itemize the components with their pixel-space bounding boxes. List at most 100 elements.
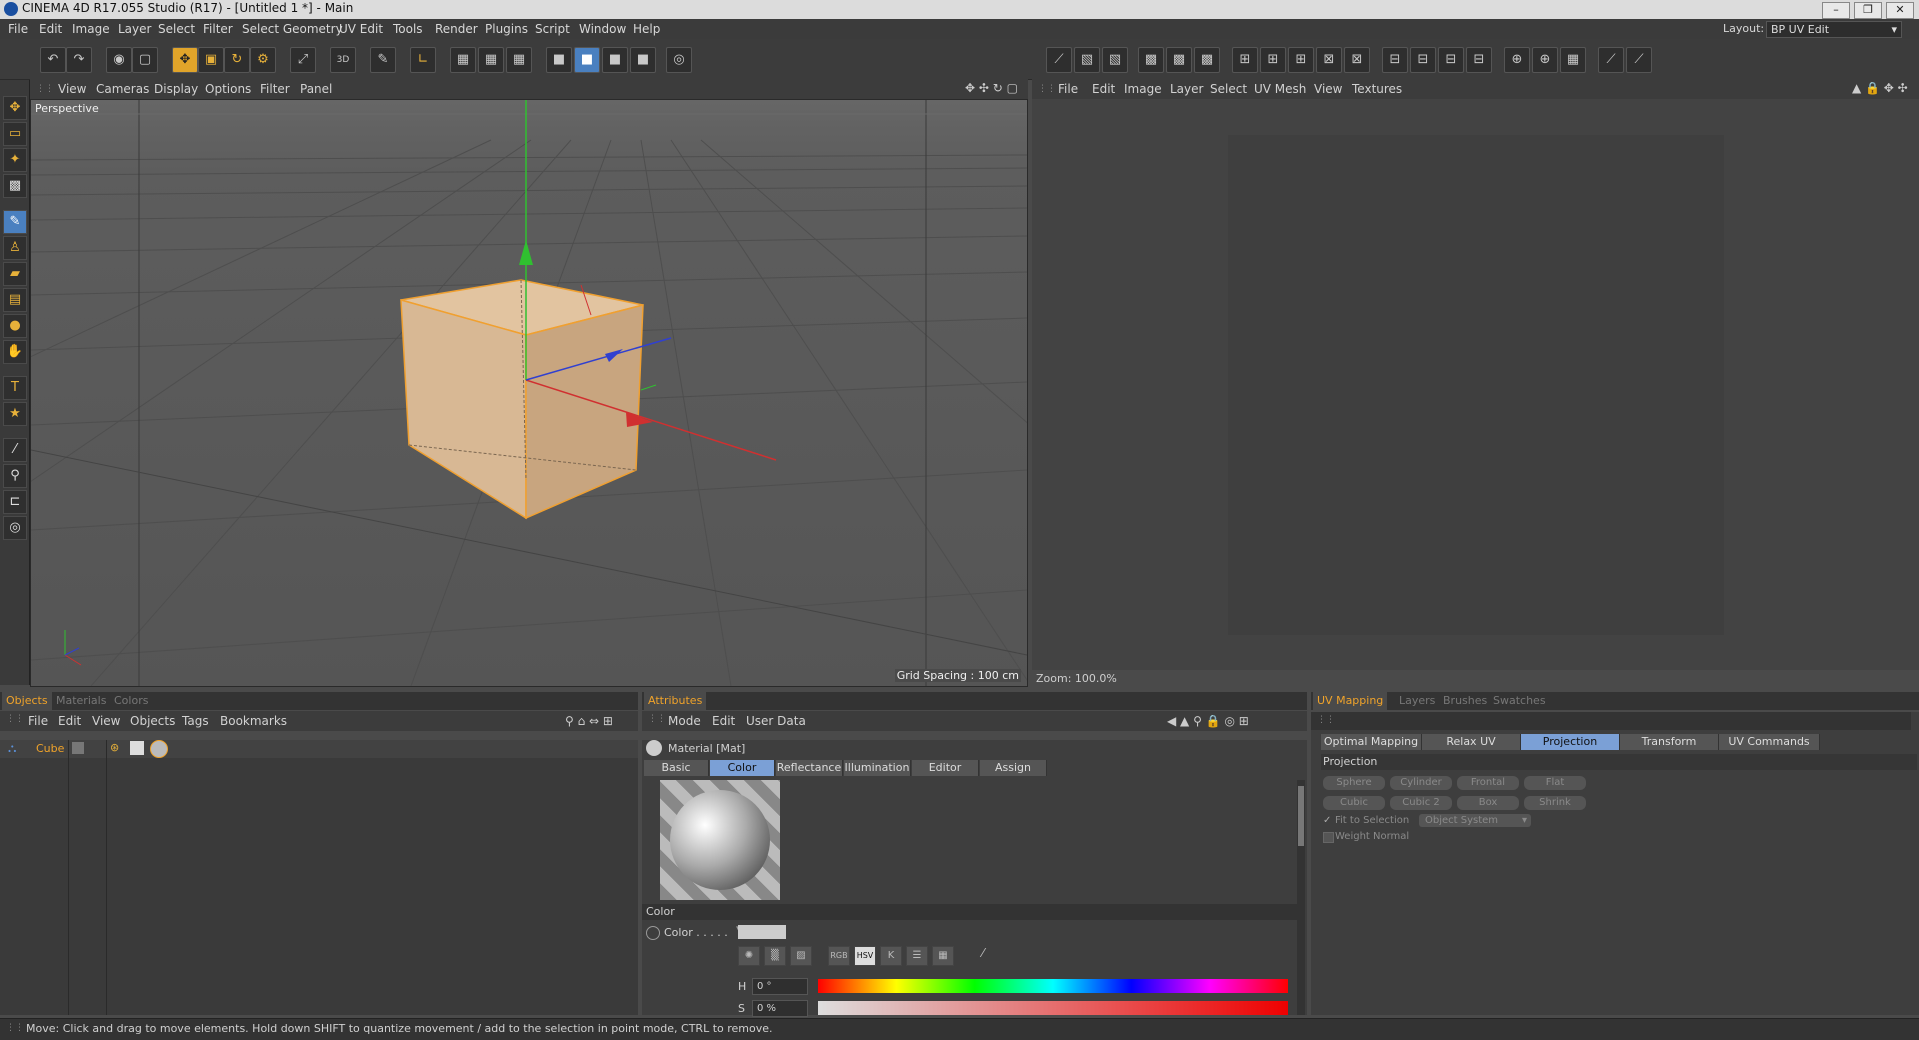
snap-icon-2[interactable]: ⟋ <box>1626 47 1652 73</box>
grid-icon[interactable]: ▦ <box>1560 47 1586 73</box>
tab-reflectance[interactable]: Reflectance <box>776 760 843 776</box>
viewport-nav-icons[interactable]: ✥ ✣ ↻ ▢ <box>965 81 1018 95</box>
select-box-icon[interactable]: ▭ <box>3 122 27 146</box>
objects-menu-tags[interactable]: Tags <box>182 714 209 728</box>
image-picker-icon[interactable]: ▨ <box>790 946 812 966</box>
tab-brushes[interactable]: Brushes <box>1443 694 1487 707</box>
uvw-tag-icon[interactable]: ⊛ <box>110 741 119 754</box>
grid-snap-icon[interactable]: ⊏ <box>3 490 27 514</box>
distribute-icon-1[interactable]: ⊟ <box>1382 47 1408 73</box>
clone-stamp-icon[interactable]: ♙ <box>3 236 27 260</box>
objects-menu-file[interactable]: File <box>28 714 48 728</box>
menu-help[interactable]: Help <box>633 22 660 36</box>
hsv-icon[interactable]: HSV <box>854 946 876 966</box>
tab-swatches[interactable]: Swatches <box>1493 694 1546 707</box>
weight-normal-checkbox[interactable] <box>1323 832 1334 843</box>
menu-file[interactable]: File <box>8 22 28 36</box>
magic-wand-icon[interactable]: ✦ <box>3 148 27 172</box>
recent-tools-icon[interactable]: ⚙ <box>250 47 276 73</box>
viewport-menu-options[interactable]: Options <box>205 82 251 96</box>
uv-menu-textures[interactable]: Textures <box>1352 82 1402 96</box>
perspective-viewport[interactable]: Perspective Grid Spacing : 100 cm <box>30 99 1028 687</box>
zoom-icon[interactable]: ⚲ <box>3 464 27 488</box>
menu-uv-edit[interactable]: UV Edit <box>339 22 383 36</box>
tab-relax-uv[interactable]: Relax UV <box>1422 734 1521 750</box>
object-system-dropdown[interactable]: Object System ▾ <box>1419 814 1531 827</box>
tab-projection[interactable]: Projection <box>1521 734 1620 750</box>
tab-uv-mapping[interactable]: UV Mapping <box>1313 692 1388 710</box>
sphere-button[interactable]: Sphere <box>1323 776 1385 790</box>
rotate-tool-icon[interactable]: ↻ <box>224 47 250 73</box>
menu-layer[interactable]: Layer <box>118 22 151 36</box>
tab-attributes[interactable]: Attributes <box>644 692 707 710</box>
attributes-menu-user-data[interactable]: User Data <box>746 714 806 728</box>
cubic-2-button[interactable]: Cubic 2 <box>1390 796 1452 810</box>
menu-select[interactable]: Select <box>158 22 195 36</box>
axis-icon[interactable]: ∟ <box>410 47 436 73</box>
uv-tool-icon-1[interactable]: ⟋ <box>1046 47 1072 73</box>
fill-bucket-icon[interactable]: ● <box>3 314 27 338</box>
saturation-slider[interactable] <box>818 1001 1288 1015</box>
distribute-icon-3[interactable]: ⊟ <box>1438 47 1464 73</box>
coordinate-icon[interactable]: ⤢ <box>290 47 316 73</box>
uv-edges-icon[interactable]: ■ <box>630 47 656 73</box>
menu-tools[interactable]: Tools <box>393 22 423 36</box>
s-value-field[interactable]: 0 % <box>752 1000 808 1017</box>
scale-tool-icon[interactable]: ▣ <box>198 47 224 73</box>
attributes-menu-edit[interactable]: Edit <box>712 714 735 728</box>
align-icon-3[interactable]: ⊞ <box>1288 47 1314 73</box>
rectangle-selection-icon[interactable]: ▢ <box>132 47 158 73</box>
attributes-nav-icons[interactable]: ◀ ▲ ⚲ 🔒 ◎ ⊞ <box>1167 714 1249 728</box>
color-wheel-icon[interactable]: ✺ <box>738 946 760 966</box>
uv-tool-icon-3[interactable]: ▧ <box>1102 47 1128 73</box>
material-tag-icon[interactable] <box>150 740 168 758</box>
texture-view-icon[interactable]: ◎ <box>666 47 692 73</box>
tab-objects[interactable]: Objects <box>2 692 52 710</box>
eyedropper-icon[interactable]: ⁄ <box>982 946 984 960</box>
align-icon-2[interactable]: ⊞ <box>1260 47 1286 73</box>
star-icon[interactable]: ★ <box>3 402 27 426</box>
minimize-button[interactable]: – <box>1822 2 1850 19</box>
tab-assign[interactable]: Assign <box>980 760 1047 776</box>
viewport-menu-view[interactable]: View <box>58 82 86 96</box>
menu-edit[interactable]: Edit <box>39 22 62 36</box>
uv-tool-icon-6[interactable]: ▩ <box>1194 47 1220 73</box>
object-row-cube[interactable]: ⛬ Cube ⊛ <box>0 740 638 758</box>
swatches-icon[interactable]: ▦ <box>932 946 954 966</box>
object-name[interactable]: Cube <box>36 742 64 755</box>
mixer-icon[interactable]: ☰ <box>906 946 928 966</box>
menu-render[interactable]: Render <box>435 22 478 36</box>
kelvin-icon[interactable]: K <box>880 946 902 966</box>
move-icon[interactable]: ✥ <box>3 96 27 120</box>
checker-tag-icon[interactable] <box>130 741 144 755</box>
menu-filter[interactable]: Filter <box>203 22 233 36</box>
render-view-icon[interactable]: ▦ <box>478 47 504 73</box>
box-button[interactable]: Box <box>1457 796 1519 810</box>
objects-toolbar-icons[interactable]: ⚲ ⌂ ⇔ ⊞ <box>565 714 613 728</box>
align-icon-5[interactable]: ⊠ <box>1344 47 1370 73</box>
flat-button[interactable]: Flat <box>1524 776 1586 790</box>
tab-color[interactable]: Color <box>710 760 775 776</box>
text-tool-icon[interactable]: T <box>3 376 27 400</box>
uv-menu-select[interactable]: Select <box>1210 82 1247 96</box>
color-radio-icon[interactable] <box>646 926 660 940</box>
smudge-icon[interactable]: ✋ <box>3 340 27 364</box>
visibility-toggle-icon[interactable] <box>72 742 84 754</box>
shrink-button[interactable]: Shrink <box>1524 796 1586 810</box>
3d-paint-icon[interactable]: 3D <box>330 47 356 73</box>
uv-menu-edit[interactable]: Edit <box>1092 82 1115 96</box>
uv-polygons-icon[interactable]: ■ <box>574 47 600 73</box>
live-selection-icon[interactable]: ◉ <box>106 47 132 73</box>
viewport-menu-cameras[interactable]: Cameras <box>96 82 149 96</box>
checker-icon[interactable]: ▩ <box>3 174 27 198</box>
uv-menu-image[interactable]: Image <box>1124 82 1162 96</box>
frontal-button[interactable]: Frontal <box>1457 776 1519 790</box>
tab-uv-commands[interactable]: UV Commands <box>1719 734 1820 750</box>
tab-optimal-mapping[interactable]: Optimal Mapping <box>1321 734 1422 750</box>
uv-points-icon[interactable]: ■ <box>602 47 628 73</box>
gradient-icon[interactable]: ▤ <box>3 288 27 312</box>
tab-basic[interactable]: Basic <box>644 760 709 776</box>
workplane-icon[interactable]: ◎ <box>3 516 27 540</box>
cubic-button[interactable]: Cubic <box>1323 796 1385 810</box>
eraser-icon[interactable]: ▰ <box>3 262 27 286</box>
